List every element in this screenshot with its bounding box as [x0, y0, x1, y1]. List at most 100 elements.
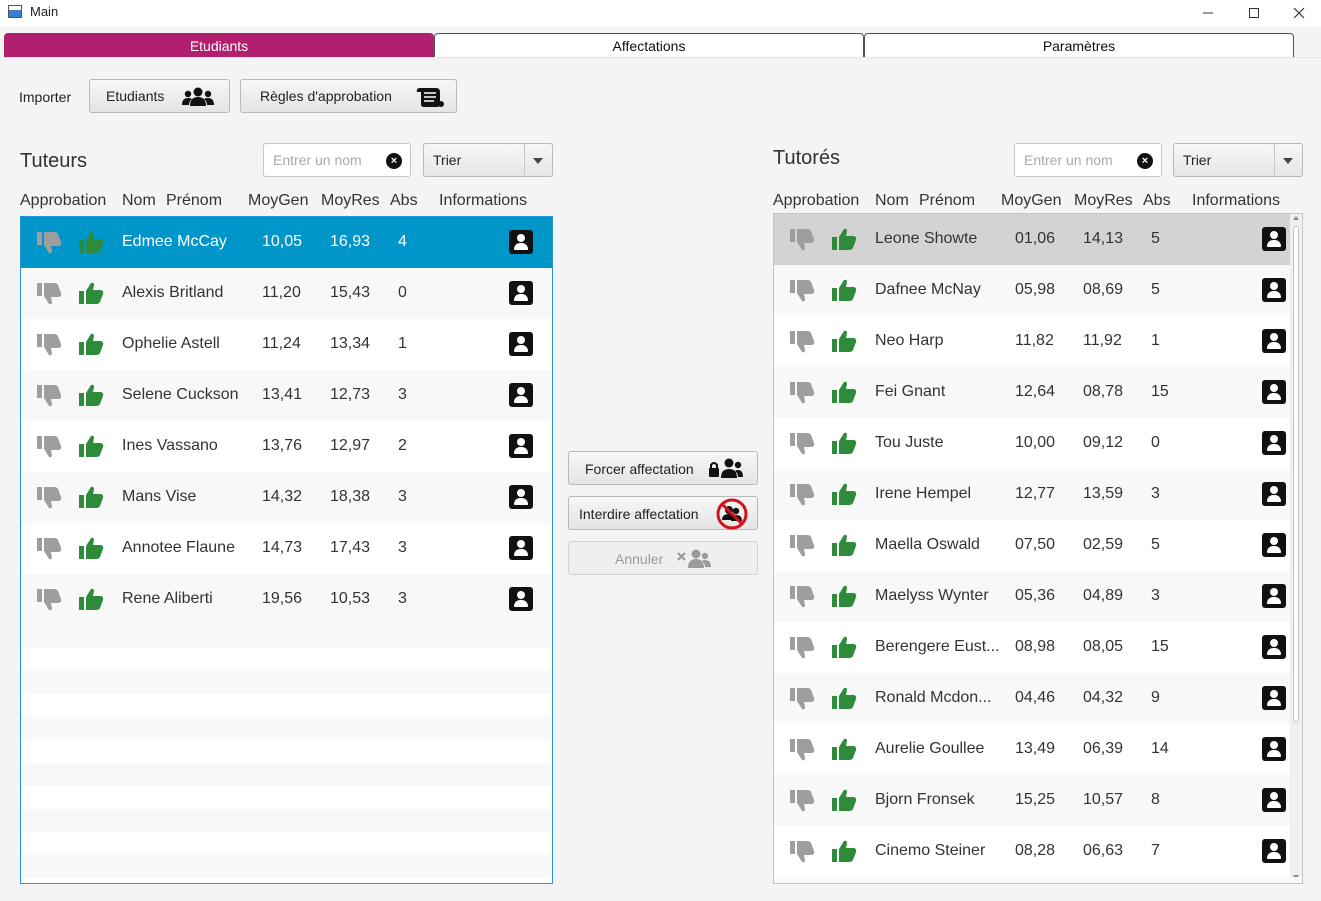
table-row[interactable]: Tou Juste 10,00 09,12 0 [774, 418, 1290, 469]
tab-etudiants[interactable]: Etudiants [4, 33, 434, 57]
thumbs-up-icon[interactable] [831, 686, 857, 710]
thumbs-up-icon[interactable] [831, 788, 857, 812]
thumbs-up-icon[interactable] [78, 332, 104, 356]
sort-dropdown-toggle[interactable] [1274, 144, 1302, 176]
thumbs-up-icon[interactable] [831, 329, 857, 353]
table-row[interactable]: Maella Oswald 07,50 02,59 5 [774, 520, 1290, 571]
thumbs-up-icon[interactable] [831, 533, 857, 557]
thumbs-down-icon[interactable] [36, 231, 62, 255]
table-row[interactable]: Bjorn Fronsek 15,25 10,57 8 [774, 775, 1290, 826]
cancel-assignment-button[interactable]: Annuler [568, 541, 758, 575]
thumbs-down-icon[interactable] [789, 789, 815, 813]
import-students-button[interactable]: Etudiants [89, 79, 230, 113]
thumbs-down-icon[interactable] [789, 483, 815, 507]
clear-search-icon[interactable]: × [386, 153, 402, 169]
thumbs-up-icon[interactable] [831, 431, 857, 455]
thumbs-down-icon[interactable] [789, 330, 815, 354]
thumbs-down-icon[interactable] [789, 687, 815, 711]
contact-card-icon[interactable] [509, 281, 533, 305]
contact-card-icon[interactable] [1262, 839, 1286, 863]
table-row[interactable]: Dafnee McNay 05,98 08,69 5 [774, 265, 1290, 316]
table-row[interactable]: Leone Showte 01,06 14,13 5 [774, 214, 1290, 265]
contact-card-icon[interactable] [1262, 533, 1286, 557]
table-row[interactable]: Neo Harp 11,82 11,92 1 [774, 316, 1290, 367]
contact-card-icon[interactable] [509, 230, 533, 254]
maximize-button[interactable] [1231, 0, 1277, 26]
thumbs-down-icon[interactable] [789, 534, 815, 558]
table-row[interactable]: Ophelie Astell 11,24 13,34 1 [21, 319, 552, 370]
thumbs-down-icon[interactable] [36, 486, 62, 510]
thumbs-up-icon[interactable] [831, 278, 857, 302]
contact-card-icon[interactable] [1262, 431, 1286, 455]
thumbs-up-icon[interactable] [831, 584, 857, 608]
table-row[interactable]: Cinemo Steiner 08,28 06,63 7 [774, 826, 1290, 877]
thumbs-up-icon[interactable] [831, 635, 857, 659]
forbid-assignment-button[interactable]: Interdire affectation [568, 496, 758, 530]
thumbs-up-icon[interactable] [831, 380, 857, 404]
contact-card-icon[interactable] [1262, 380, 1286, 404]
table-row[interactable]: Mans Vise 14,32 18,38 3 [21, 472, 552, 523]
table-row[interactable]: Edmee McCay 10,05 16,93 4 [21, 217, 552, 268]
table-row[interactable]: Selene Cuckson 13,41 12,73 3 [21, 370, 552, 421]
thumbs-up-icon[interactable] [78, 281, 104, 305]
import-rules-button[interactable]: Règles d'approbation [240, 79, 457, 113]
tutores-sort-select[interactable]: Trier [1173, 143, 1303, 177]
thumbs-down-icon[interactable] [789, 279, 815, 303]
tuteurs-sort-select[interactable]: Trier [423, 143, 553, 177]
thumbs-down-icon[interactable] [789, 738, 815, 762]
thumbs-down-icon[interactable] [36, 333, 62, 357]
scrollbar-thumb[interactable] [1293, 226, 1299, 722]
thumbs-up-icon[interactable] [78, 383, 104, 407]
thumbs-down-icon[interactable] [36, 537, 62, 561]
tuteurs-search-input[interactable] [264, 144, 382, 176]
thumbs-down-icon[interactable] [789, 432, 815, 456]
table-row[interactable]: Berengere Eust... 08,98 08,05 15 [774, 622, 1290, 673]
table-row[interactable]: Alexis Britland 11,20 15,43 0 [21, 268, 552, 319]
thumbs-up-icon[interactable] [78, 485, 104, 509]
contact-card-icon[interactable] [1262, 482, 1286, 506]
thumbs-up-icon[interactable] [831, 227, 857, 251]
contact-card-icon[interactable] [1262, 227, 1286, 251]
contact-card-icon[interactable] [509, 332, 533, 356]
thumbs-down-icon[interactable] [36, 384, 62, 408]
clear-search-icon[interactable]: × [1137, 153, 1153, 169]
contact-card-icon[interactable] [1262, 584, 1286, 608]
force-assignment-button[interactable]: Forcer affectation [568, 451, 758, 485]
table-row[interactable]: Ines Vassano 13,76 12,97 2 [21, 421, 552, 472]
tab-parametres[interactable]: Paramètres [864, 33, 1294, 57]
contact-card-icon[interactable] [1262, 788, 1286, 812]
thumbs-down-icon[interactable] [789, 585, 815, 609]
thumbs-down-icon[interactable] [36, 282, 62, 306]
thumbs-down-icon[interactable] [789, 228, 815, 252]
contact-card-icon[interactable] [509, 485, 533, 509]
contact-card-icon[interactable] [509, 383, 533, 407]
thumbs-down-icon[interactable] [789, 840, 815, 864]
thumbs-down-icon[interactable] [36, 435, 62, 459]
contact-card-icon[interactable] [1262, 329, 1286, 353]
table-row[interactable]: Rene Aliberti 19,56 10,53 3 [21, 574, 552, 625]
thumbs-up-icon[interactable] [831, 737, 857, 761]
contact-card-icon[interactable] [509, 587, 533, 611]
minimize-button[interactable] [1185, 0, 1231, 26]
thumbs-up-icon[interactable] [78, 434, 104, 458]
contact-card-icon[interactable] [1262, 278, 1286, 302]
tutores-scrollbar[interactable] [1290, 214, 1302, 883]
sort-dropdown-toggle[interactable] [524, 144, 552, 176]
contact-card-icon[interactable] [1262, 686, 1286, 710]
contact-card-icon[interactable] [509, 536, 533, 560]
thumbs-up-icon[interactable] [831, 839, 857, 863]
close-button[interactable] [1276, 0, 1321, 26]
contact-card-icon[interactable] [1262, 737, 1286, 761]
thumbs-up-icon[interactable] [78, 587, 104, 611]
table-row[interactable]: Maelyss Wynter 05,36 04,89 3 [774, 571, 1290, 622]
thumbs-up-icon[interactable] [78, 536, 104, 560]
table-row[interactable]: Annotee Flaune 14,73 17,43 3 [21, 523, 552, 574]
contact-card-icon[interactable] [1262, 635, 1286, 659]
thumbs-up-icon[interactable] [831, 482, 857, 506]
thumbs-up-icon[interactable] [78, 230, 104, 254]
contact-card-icon[interactable] [509, 434, 533, 458]
thumbs-down-icon[interactable] [789, 636, 815, 660]
scroll-up-arrow-icon[interactable] [1293, 216, 1299, 220]
thumbs-down-icon[interactable] [36, 588, 62, 612]
tutores-search-input[interactable] [1015, 144, 1133, 176]
